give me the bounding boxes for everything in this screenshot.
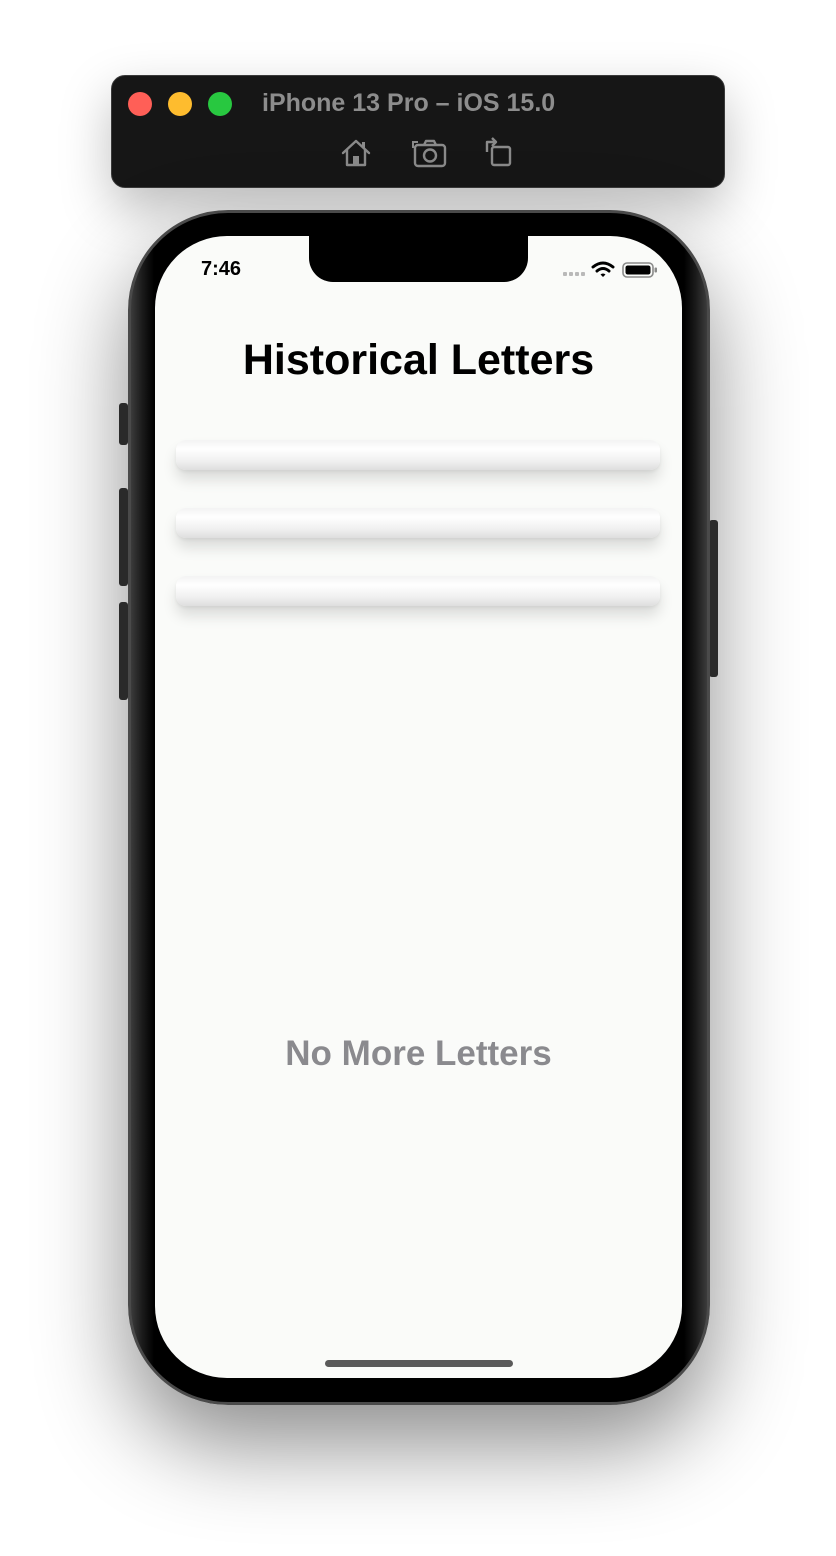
home-indicator[interactable] bbox=[325, 1360, 513, 1367]
mute-switch bbox=[119, 403, 128, 445]
close-window-button[interactable] bbox=[128, 92, 152, 116]
letter-card[interactable] bbox=[176, 508, 660, 538]
status-icons bbox=[563, 260, 659, 280]
letter-card[interactable] bbox=[176, 576, 660, 606]
letter-card[interactable] bbox=[176, 440, 660, 470]
page-title: Historical Letters bbox=[242, 336, 595, 384]
battery-icon bbox=[622, 262, 657, 278]
zoom-window-button[interactable] bbox=[208, 92, 232, 116]
volume-down-button bbox=[119, 602, 128, 700]
rotate-icon[interactable] bbox=[482, 136, 516, 170]
status-time: 7:46 bbox=[201, 258, 242, 280]
wifi-icon bbox=[591, 261, 615, 277]
simulator-stage: iPhone 13 Pro – iOS 15.0 7:46 Historical… bbox=[0, 0, 836, 1556]
phone-screen: 7:46 Historical Letters No More Letters bbox=[155, 236, 682, 1378]
minimize-window-button[interactable] bbox=[168, 92, 192, 116]
volume-up-button bbox=[119, 488, 128, 586]
screenshot-icon[interactable] bbox=[412, 136, 447, 170]
signal-icon bbox=[563, 272, 585, 276]
notch bbox=[309, 236, 528, 282]
empty-state-label: No More Letters bbox=[285, 1034, 552, 1073]
simulator-title: iPhone 13 Pro – iOS 15.0 bbox=[262, 89, 556, 117]
power-button bbox=[709, 520, 718, 677]
home-icon[interactable] bbox=[339, 136, 373, 170]
